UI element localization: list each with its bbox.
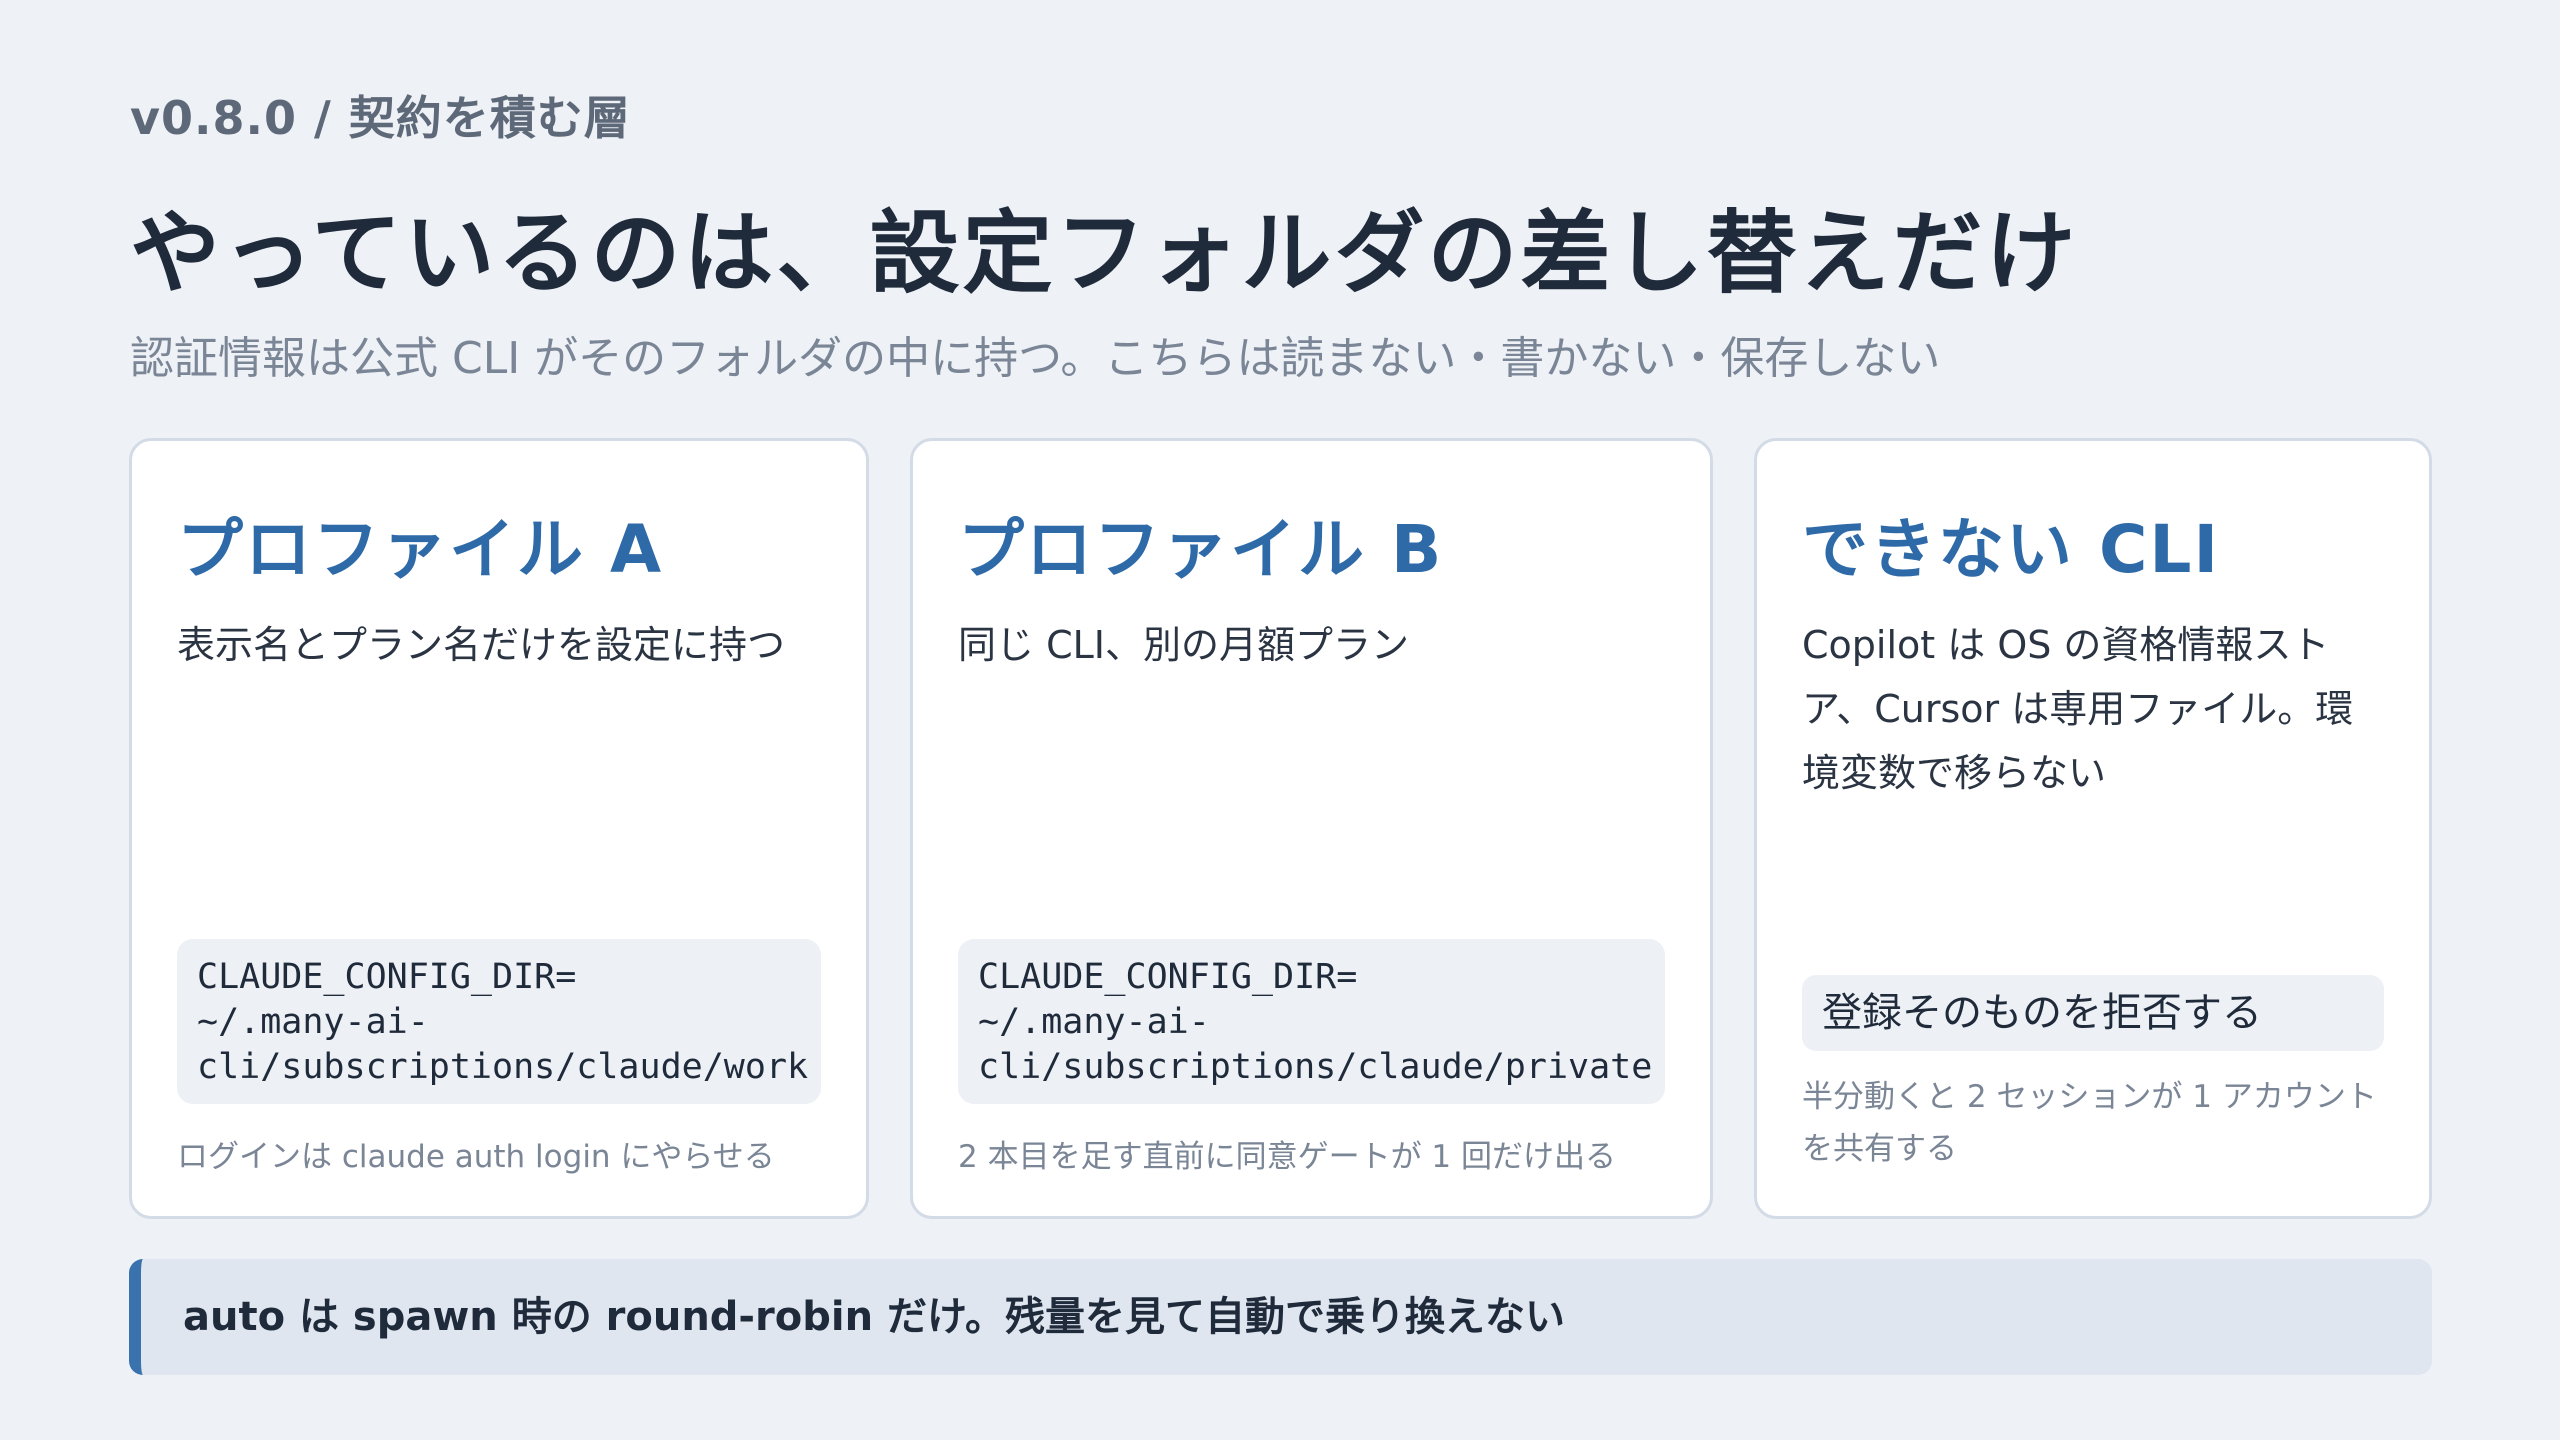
profile-b-card: プロファイル B 同じ CLI、別の月額プラン CLAUDE_CONFIG_DI… — [910, 438, 1713, 1219]
page-title: やっているのは、設定フォルダの差し替えだけ — [130, 201, 2079, 306]
slide: v0.8.0 / 契約を積む層 やっているのは、設定フォルダの差し替えだけ 認証… — [0, 0, 2560, 1440]
code-line: CLAUDE_CONFIG_DIR= — [978, 957, 1358, 997]
card-description: 表示名とプラン名だけを設定に持つ — [177, 623, 786, 667]
card-title: プロファイル B — [958, 511, 1444, 588]
config-dir-code: CLAUDE_CONFIG_DIR= ~/.many-ai- cli/subsc… — [177, 939, 821, 1104]
config-dir-code: CLAUDE_CONFIG_DIR= ~/.many-ai- cli/subsc… — [958, 939, 1665, 1104]
card-note: 半分動くと 2 セッションが 1 アカウントを共有する — [1802, 1079, 2377, 1167]
card-description: 同じ CLI、別の月額プラン — [958, 623, 1409, 667]
code-line: ~/.many-ai- — [978, 1002, 1210, 1042]
code-line: CLAUDE_CONFIG_DIR= — [197, 957, 577, 997]
card-description: Copilot は OS の資格情報ストア、Cursor は専用ファイル。環境変… — [1802, 623, 2354, 795]
card-title: できない CLI — [1802, 511, 2221, 588]
unsupported-cli-card: できない CLI Copilot は OS の資格情報ストア、Cursor は専… — [1754, 438, 2432, 1219]
version-eyebrow: v0.8.0 / 契約を積む層 — [130, 91, 631, 145]
card-note: ログインは claude auth login にやらせる — [177, 1139, 775, 1175]
callout-text: auto は spawn 時の round-robin だけ。残量を見て自動で乗… — [183, 1294, 1565, 1340]
card-title: プロファイル A — [177, 511, 664, 588]
profile-a-card: プロファイル A 表示名とプラン名だけを設定に持つ CLAUDE_CONFIG_… — [129, 438, 869, 1219]
code-line: cli/subscriptions/claude/work — [197, 1047, 809, 1087]
refuse-registration-box: 登録そのものを拒否する — [1802, 975, 2384, 1051]
callout-banner: auto は spawn 時の round-robin だけ。残量を見て自動で乗… — [129, 1259, 2432, 1375]
code-line: cli/subscriptions/claude/private — [978, 1047, 1653, 1087]
page-subtitle: 認証情報は公式 CLI がそのフォルダの中に持つ。こちらは読まない・書かない・保… — [130, 333, 1941, 384]
card-note: 2 本目を足す直前に同意ゲートが 1 回だけ出る — [958, 1139, 1617, 1175]
code-line: ~/.many-ai- — [197, 1002, 429, 1042]
